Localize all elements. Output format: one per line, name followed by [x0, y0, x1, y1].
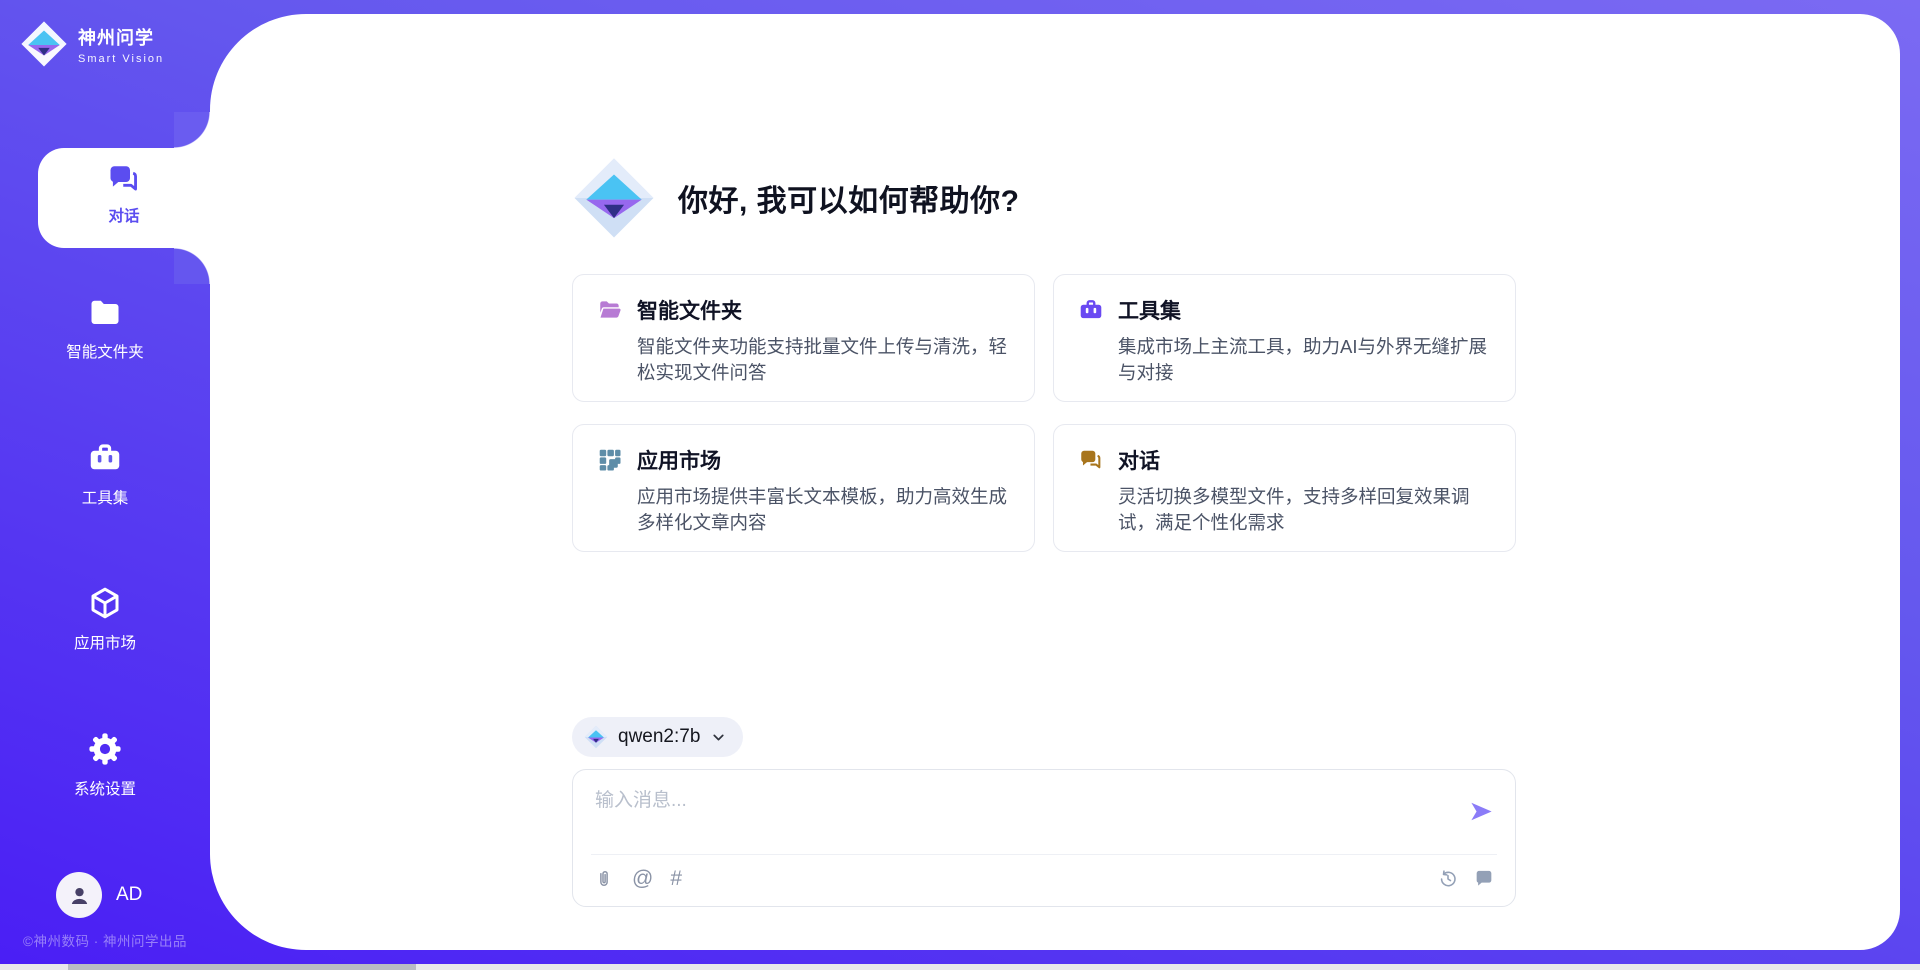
user-name: AD	[116, 884, 142, 906]
scrollbar-thumb[interactable]	[68, 964, 416, 970]
welcome-block: 你好, 我可以如何帮助你?	[572, 156, 1020, 240]
sidebar-item-label: 工具集	[0, 486, 210, 508]
tab-fillet-bottom	[174, 248, 210, 284]
chat-icon	[1078, 447, 1104, 473]
card-description: 灵活切换多模型文件，支持多样回复效果调试，满足个性化需求	[1118, 484, 1491, 537]
card-title: 对话	[1118, 445, 1160, 475]
sidebar-item-label: 对话	[38, 204, 210, 226]
sidebar-item-chat[interactable]: 对话	[38, 148, 210, 248]
card-title: 应用市场	[637, 445, 721, 475]
sidebar-item-app-market[interactable]: 应用市场	[0, 585, 210, 653]
mention-icon[interactable]: @	[632, 868, 653, 890]
toolbox-icon	[87, 440, 123, 476]
model-name: qwen2:7b	[618, 726, 700, 748]
gear-icon	[87, 731, 123, 767]
copyright: ©神州数码 · 神州问学出品	[0, 930, 210, 950]
card-description: 应用市场提供丰富长文本模板，助力高效生成多样化文章内容	[637, 484, 1010, 537]
sidebar-item-label: 应用市场	[0, 631, 210, 653]
sidebar-item-label: 系统设置	[0, 777, 210, 799]
sidebar-item-label: 智能文件夹	[0, 340, 210, 362]
card-description: 集成市场上主流工具，助力AI与外界无缝扩展与对接	[1118, 334, 1491, 387]
horizontal-scrollbar[interactable]	[0, 964, 1920, 970]
sidebar-item-toolset[interactable]: 工具集	[0, 440, 210, 508]
history-icon[interactable]	[1437, 868, 1459, 890]
feature-cards: 智能文件夹 智能文件夹功能支持批量文件上传与清洗，轻松实现文件问答 工具集 集成…	[572, 274, 1516, 552]
feedback-bubble-icon[interactable]	[1473, 868, 1495, 890]
greeting-title: 你好, 我可以如何帮助你?	[678, 176, 1020, 220]
grid-icon	[597, 447, 623, 473]
brand-logo-icon	[20, 20, 68, 68]
attachment-icon[interactable]	[593, 868, 615, 890]
sidebar-item-smart-folder[interactable]: 智能文件夹	[0, 294, 210, 362]
composer-divider	[591, 854, 1497, 855]
folder-open-icon	[597, 297, 623, 323]
brand-subtitle: Smart Vision	[78, 53, 164, 65]
folder-icon	[87, 294, 123, 330]
tab-fillet-top	[174, 112, 210, 148]
chat-icon	[106, 161, 142, 197]
cube-icon	[87, 585, 123, 621]
hashtag-icon[interactable]: #	[670, 868, 682, 890]
brand-name: 神州问学	[78, 24, 164, 50]
avatar	[56, 872, 102, 918]
card-toolset[interactable]: 工具集 集成市场上主流工具，助力AI与外界无缝扩展与对接	[1053, 274, 1516, 402]
user-menu[interactable]: AD	[56, 872, 142, 918]
card-description: 智能文件夹功能支持批量文件上传与清洗，轻松实现文件问答	[637, 334, 1010, 387]
briefcase-icon	[1078, 297, 1104, 323]
send-icon[interactable]	[1468, 798, 1495, 825]
card-title: 工具集	[1118, 295, 1181, 325]
sidebar-item-settings[interactable]: 系统设置	[0, 731, 210, 799]
card-app-market[interactable]: 应用市场 应用市场提供丰富长文本模板，助力高效生成多样化文章内容	[572, 424, 1035, 552]
message-input[interactable]	[595, 786, 1451, 816]
model-logo-icon	[584, 725, 608, 749]
chevron-down-icon	[710, 729, 727, 746]
person-icon	[66, 882, 93, 909]
sidebar: 神州问学 Smart Vision 对话 智能文件夹 工具集	[0, 0, 210, 970]
main-panel: 你好, 我可以如何帮助你? 智能文件夹 智能文件夹功能支持批量文件上传与清洗，轻…	[210, 14, 1900, 950]
app-logo-icon	[572, 156, 656, 240]
card-chat[interactable]: 对话 灵活切换多模型文件，支持多样回复效果调试，满足个性化需求	[1053, 424, 1516, 552]
brand: 神州问学 Smart Vision	[20, 20, 164, 68]
model-selector[interactable]: qwen2:7b	[572, 717, 743, 757]
card-title: 智能文件夹	[637, 295, 742, 325]
card-smart-folder[interactable]: 智能文件夹 智能文件夹功能支持批量文件上传与清洗，轻松实现文件问答	[572, 274, 1035, 402]
message-composer: @ #	[572, 769, 1516, 907]
